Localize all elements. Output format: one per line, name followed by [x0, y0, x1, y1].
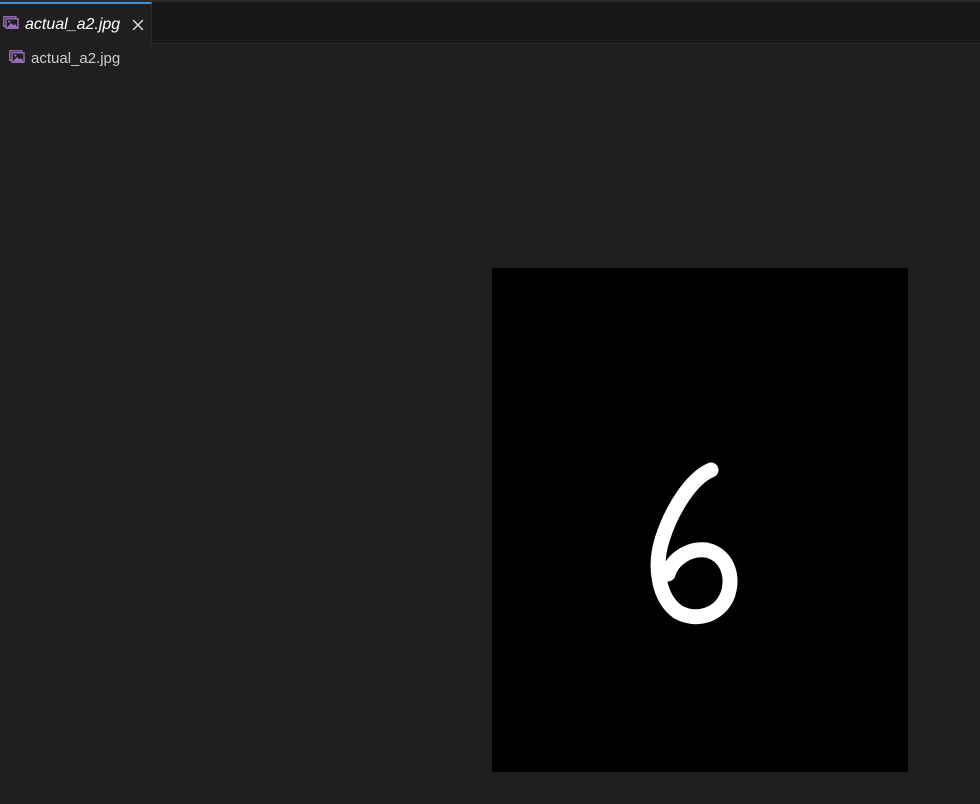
breadcrumb-item-actual-a2-jpg[interactable]: actual_a2.jpg	[31, 50, 120, 67]
editor-window: actual_a2.jpg actual_a2.jpg	[0, 0, 980, 804]
close-icon[interactable]	[130, 17, 146, 33]
breadcrumb: actual_a2.jpg	[0, 44, 980, 72]
image-file-icon	[3, 15, 19, 34]
image-preview	[492, 268, 908, 772]
tab-actual-a2-jpg[interactable]: actual_a2.jpg	[0, 2, 152, 45]
handwritten-digit-six	[492, 268, 908, 772]
tab-bar: actual_a2.jpg	[0, 0, 980, 45]
tab-label: actual_a2.jpg	[25, 15, 121, 33]
image-file-icon	[9, 49, 25, 68]
